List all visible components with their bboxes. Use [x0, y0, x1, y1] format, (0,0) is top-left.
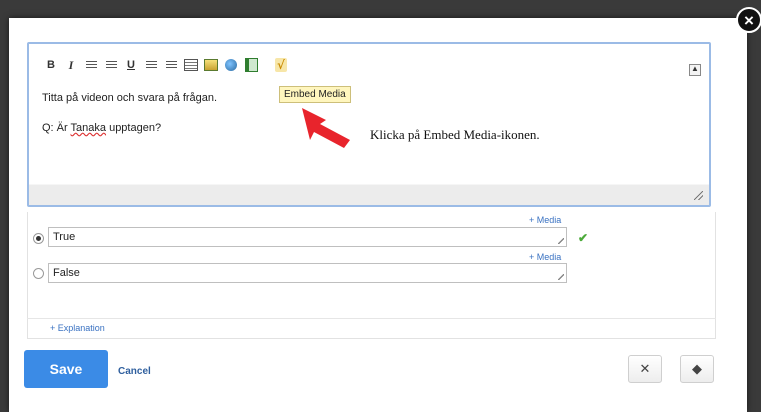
unordered-list-icon[interactable]	[102, 57, 120, 73]
misspelled-word: Tanaka	[70, 122, 107, 134]
align-right-icon[interactable]	[162, 57, 180, 73]
underline-icon[interactable]: U	[122, 57, 140, 73]
editor-toolbar: B I U √	[42, 56, 292, 74]
globe-icon[interactable]	[222, 57, 240, 73]
answer-radio-true[interactable]	[33, 233, 44, 244]
add-media-link[interactable]: + Media	[529, 252, 561, 262]
embed-media-tooltip: Embed Media	[279, 86, 351, 103]
tools-icon: ✕	[639, 361, 651, 376]
equation-icon[interactable]: √	[272, 57, 290, 73]
question-prefix: Q: Är	[42, 122, 71, 134]
image-icon[interactable]	[202, 57, 220, 73]
table-icon[interactable]	[182, 57, 200, 73]
tag-button[interactable]: ◆	[680, 355, 714, 383]
answer-field-true[interactable]: True	[48, 227, 567, 247]
embed-media-icon[interactable]	[242, 57, 260, 73]
answer-field-false[interactable]: False	[48, 263, 567, 283]
bold-icon[interactable]: B	[42, 57, 60, 73]
ordered-list-icon[interactable]	[82, 57, 100, 73]
answer-text: True	[53, 231, 76, 243]
align-left-icon[interactable]	[142, 57, 160, 73]
question-suffix: upptagen?	[106, 122, 162, 134]
editor-text-line: Titta på videon och svara på frågan.	[42, 92, 218, 104]
field-resize-handle[interactable]	[558, 274, 564, 280]
pointer-arrow-icon	[302, 108, 350, 148]
italic-icon[interactable]: I	[62, 57, 80, 73]
checkmark-icon: ✔	[578, 231, 589, 245]
save-button[interactable]: Save	[24, 350, 108, 388]
answer-text: False	[53, 267, 80, 279]
instruction-annotation: Klicka på Embed Media-ikonen.	[370, 127, 540, 142]
field-resize-handle[interactable]	[558, 238, 564, 244]
tag-icon: ◆	[692, 361, 702, 376]
editor-question-line: Q: Är Tanaka upptagen?	[42, 122, 161, 134]
tools-button[interactable]: ✕	[628, 355, 662, 383]
add-explanation-link[interactable]: + Explanation	[50, 323, 105, 333]
answer-radio-false[interactable]	[33, 268, 44, 279]
close-icon[interactable]: ×	[736, 7, 761, 33]
rich-text-editor[interactable]: B I U √ ▲ Titta på videon och svara på f…	[27, 42, 711, 207]
collapse-toolbar-button[interactable]: ▲	[689, 64, 701, 76]
cancel-link[interactable]: Cancel	[118, 366, 151, 377]
editor-resize-handle[interactable]	[694, 191, 703, 200]
add-media-link[interactable]: + Media	[529, 215, 561, 225]
divider	[27, 318, 716, 319]
